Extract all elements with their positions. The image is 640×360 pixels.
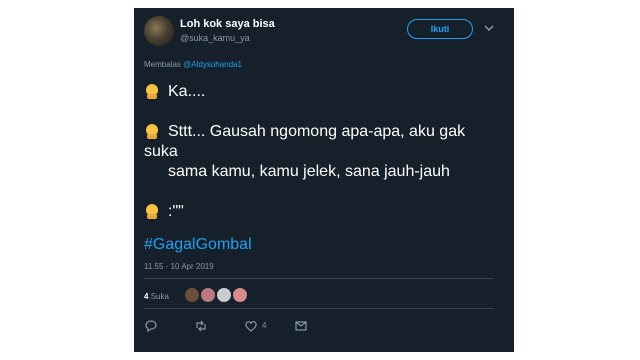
tweet-line-1: Ka.... [144, 82, 205, 102]
follow-button[interactable]: Ikuti [407, 19, 473, 39]
hashtag-link[interactable]: #GagalGombal [144, 236, 252, 254]
heart-icon[interactable] [244, 319, 258, 333]
tweet-text-line: sama kamu, kamu jelek, sana jauh-jauh [168, 163, 450, 180]
display-name[interactable]: Loh kok saya bisa [180, 18, 275, 30]
reply-icon[interactable] [144, 319, 158, 333]
reply-to-link[interactable]: @Aldysuhanda1 [183, 60, 242, 69]
timestamp[interactable]: 11.55 - 10 Apr 2019 [144, 262, 214, 271]
likes-number: 4 [144, 292, 149, 301]
tweet-card: Loh kok saya bisa @suka_kamu_ya Ikuti Me… [134, 8, 514, 352]
tweet-text-line: Ka.... [168, 83, 206, 100]
tweet-text-line: Sttt... Gausah ngomong apa-apa, aku gak [168, 123, 466, 140]
retweet-icon[interactable] [194, 319, 208, 333]
liker-avatar[interactable] [200, 287, 216, 303]
chevron-down-icon[interactable] [482, 21, 496, 35]
likes-summary[interactable]: 4 Suka [144, 292, 169, 301]
reply-prefix: Membalas [144, 60, 181, 69]
person-emoji-icon [146, 84, 158, 99]
likes-label: Suka [150, 292, 169, 301]
like-count: 4 [262, 321, 267, 330]
tweet-text-line: suka [144, 143, 178, 160]
user-handle[interactable]: @suka_kamu_ya [180, 33, 250, 43]
liker-avatar[interactable] [216, 287, 232, 303]
avatar[interactable] [144, 16, 174, 46]
liker-avatar[interactable] [232, 287, 248, 303]
dm-icon[interactable] [294, 319, 308, 333]
reply-context: Membalas @Aldysuhanda1 [144, 60, 242, 69]
divider [144, 308, 494, 309]
tweet-text-line: :"" [168, 203, 184, 220]
divider [144, 278, 494, 279]
person-emoji-icon [146, 124, 158, 139]
tweet-line-2: Sttt... Gausah ngomong apa-apa, aku gak [144, 122, 465, 142]
liker-avatar[interactable] [184, 287, 200, 303]
tweet-line-5: :"" [144, 202, 184, 222]
person-emoji-icon [146, 204, 158, 219]
